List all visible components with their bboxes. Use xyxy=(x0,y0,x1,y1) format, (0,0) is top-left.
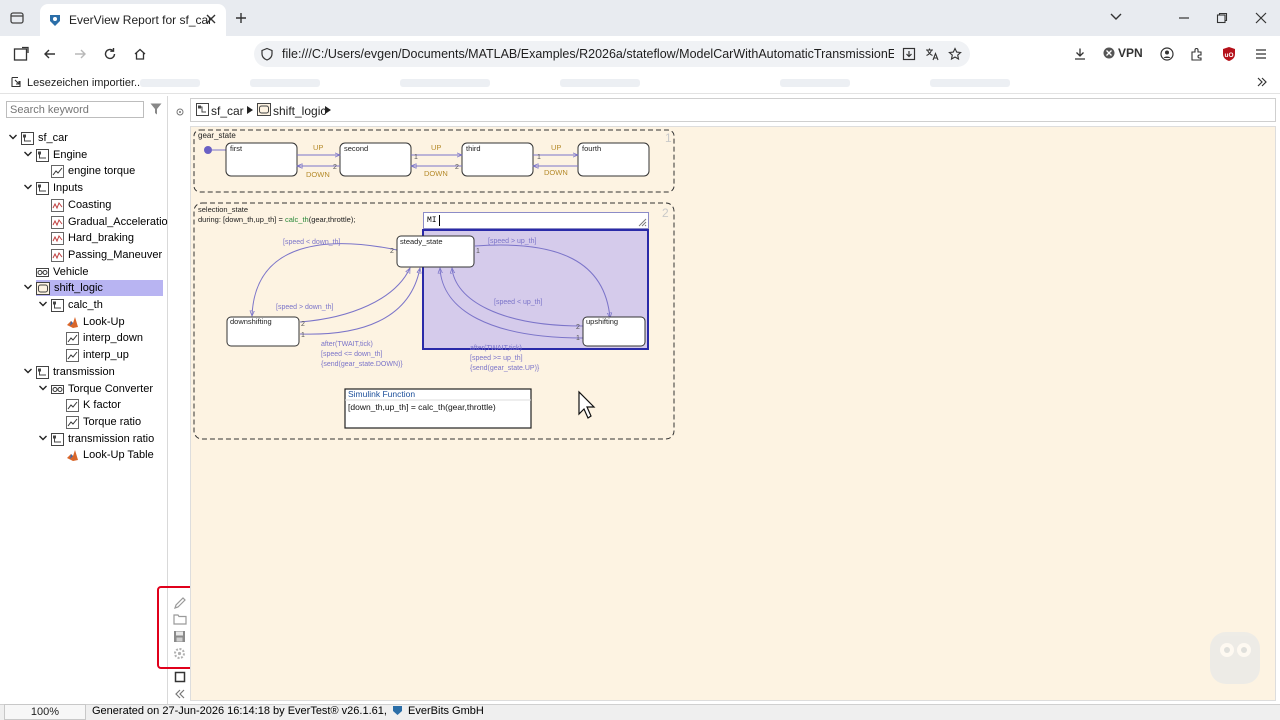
transition-priority: 1 xyxy=(476,248,480,255)
transition-priority: 2 xyxy=(333,164,337,171)
state-second-label: second xyxy=(344,144,368,153)
transition-priority: 1 xyxy=(301,332,305,339)
state-third-label: third xyxy=(466,144,481,153)
stateflow-chart: gear_state 1 first second third fourth U… xyxy=(193,129,1260,684)
company-name: EverBits GmbH xyxy=(408,705,484,717)
after-up-label-2: [speed >= up_th] xyxy=(470,355,523,362)
guard-speed-gt-down: [speed > down_th] xyxy=(276,304,333,311)
owl-watermark-icon xyxy=(1210,632,1260,684)
transition-priority: 2 xyxy=(576,324,580,331)
after-down-label-1: after(TWAIT,tick) xyxy=(321,341,373,348)
guard-speed-gt-up: [speed > up_th] xyxy=(488,238,537,245)
transition-up-3-label: UP xyxy=(551,143,561,152)
resize-grip-icon[interactable] xyxy=(638,218,647,227)
after-down-label-2: [speed <= down_th] xyxy=(321,351,383,358)
transition-priority: 1 xyxy=(537,154,541,161)
transition-down-2-label: DOWN xyxy=(424,169,448,178)
state-upshifting-label: upshifting xyxy=(586,317,618,326)
after-down-label-3: {send(gear_state.DOWN)} xyxy=(321,361,403,368)
transition-up-1-label: UP xyxy=(313,143,323,152)
gear-state-title: gear_state xyxy=(198,131,236,140)
selection-state-during: during: [down_th,up_th] = calc_th(gear,t… xyxy=(198,215,355,224)
simulink-function-title: Simulink Function xyxy=(348,389,415,399)
generated-text: Generated on 27-Jun-2026 16:14:18 by Eve… xyxy=(92,705,387,717)
simulink-function-signature: [down_th,up_th] = calc_th(gear,throttle) xyxy=(348,402,496,412)
guard-speed-lt-up: [speed < up_th] xyxy=(494,299,543,306)
after-up-label-1: after(TWAIT,tick) xyxy=(470,345,522,352)
after-up-label-3: {send(gear_state.UP)} xyxy=(470,365,540,372)
everbits-logo-icon xyxy=(392,705,403,716)
state-fourth-label: fourth xyxy=(582,144,601,153)
generated-info: Generated on 27-Jun-2026 16:14:18 by Eve… xyxy=(92,705,484,717)
state-first-label: first xyxy=(230,144,243,153)
transition-up-2-label: UP xyxy=(431,143,441,152)
gear-state-order: 1 xyxy=(665,131,672,145)
transition-priority: 2 xyxy=(390,248,394,255)
state-label-edit-value: MI xyxy=(427,216,437,225)
selection-state-title: selection_state xyxy=(198,205,248,214)
transition-priority: 2 xyxy=(455,164,459,171)
transition-down-1-label: DOWN xyxy=(306,170,330,179)
guard-speed-lt-down: [speed < down_th] xyxy=(283,239,340,246)
transition-down-3-label: DOWN xyxy=(544,168,568,177)
state-downshifting-label: downshifting xyxy=(230,317,272,326)
state-label-edit-box[interactable]: MI xyxy=(423,212,649,229)
state-steady-state-label: steady_state xyxy=(400,237,443,246)
default-transition-dot xyxy=(204,146,212,154)
transition-priority: 2 xyxy=(301,321,305,328)
zoom-level[interactable]: 100% xyxy=(4,704,86,720)
transition-priority: 1 xyxy=(576,335,580,342)
selection-state-order: 2 xyxy=(662,206,669,220)
transition-priority: 1 xyxy=(414,154,418,161)
caret-cursor xyxy=(439,215,440,226)
